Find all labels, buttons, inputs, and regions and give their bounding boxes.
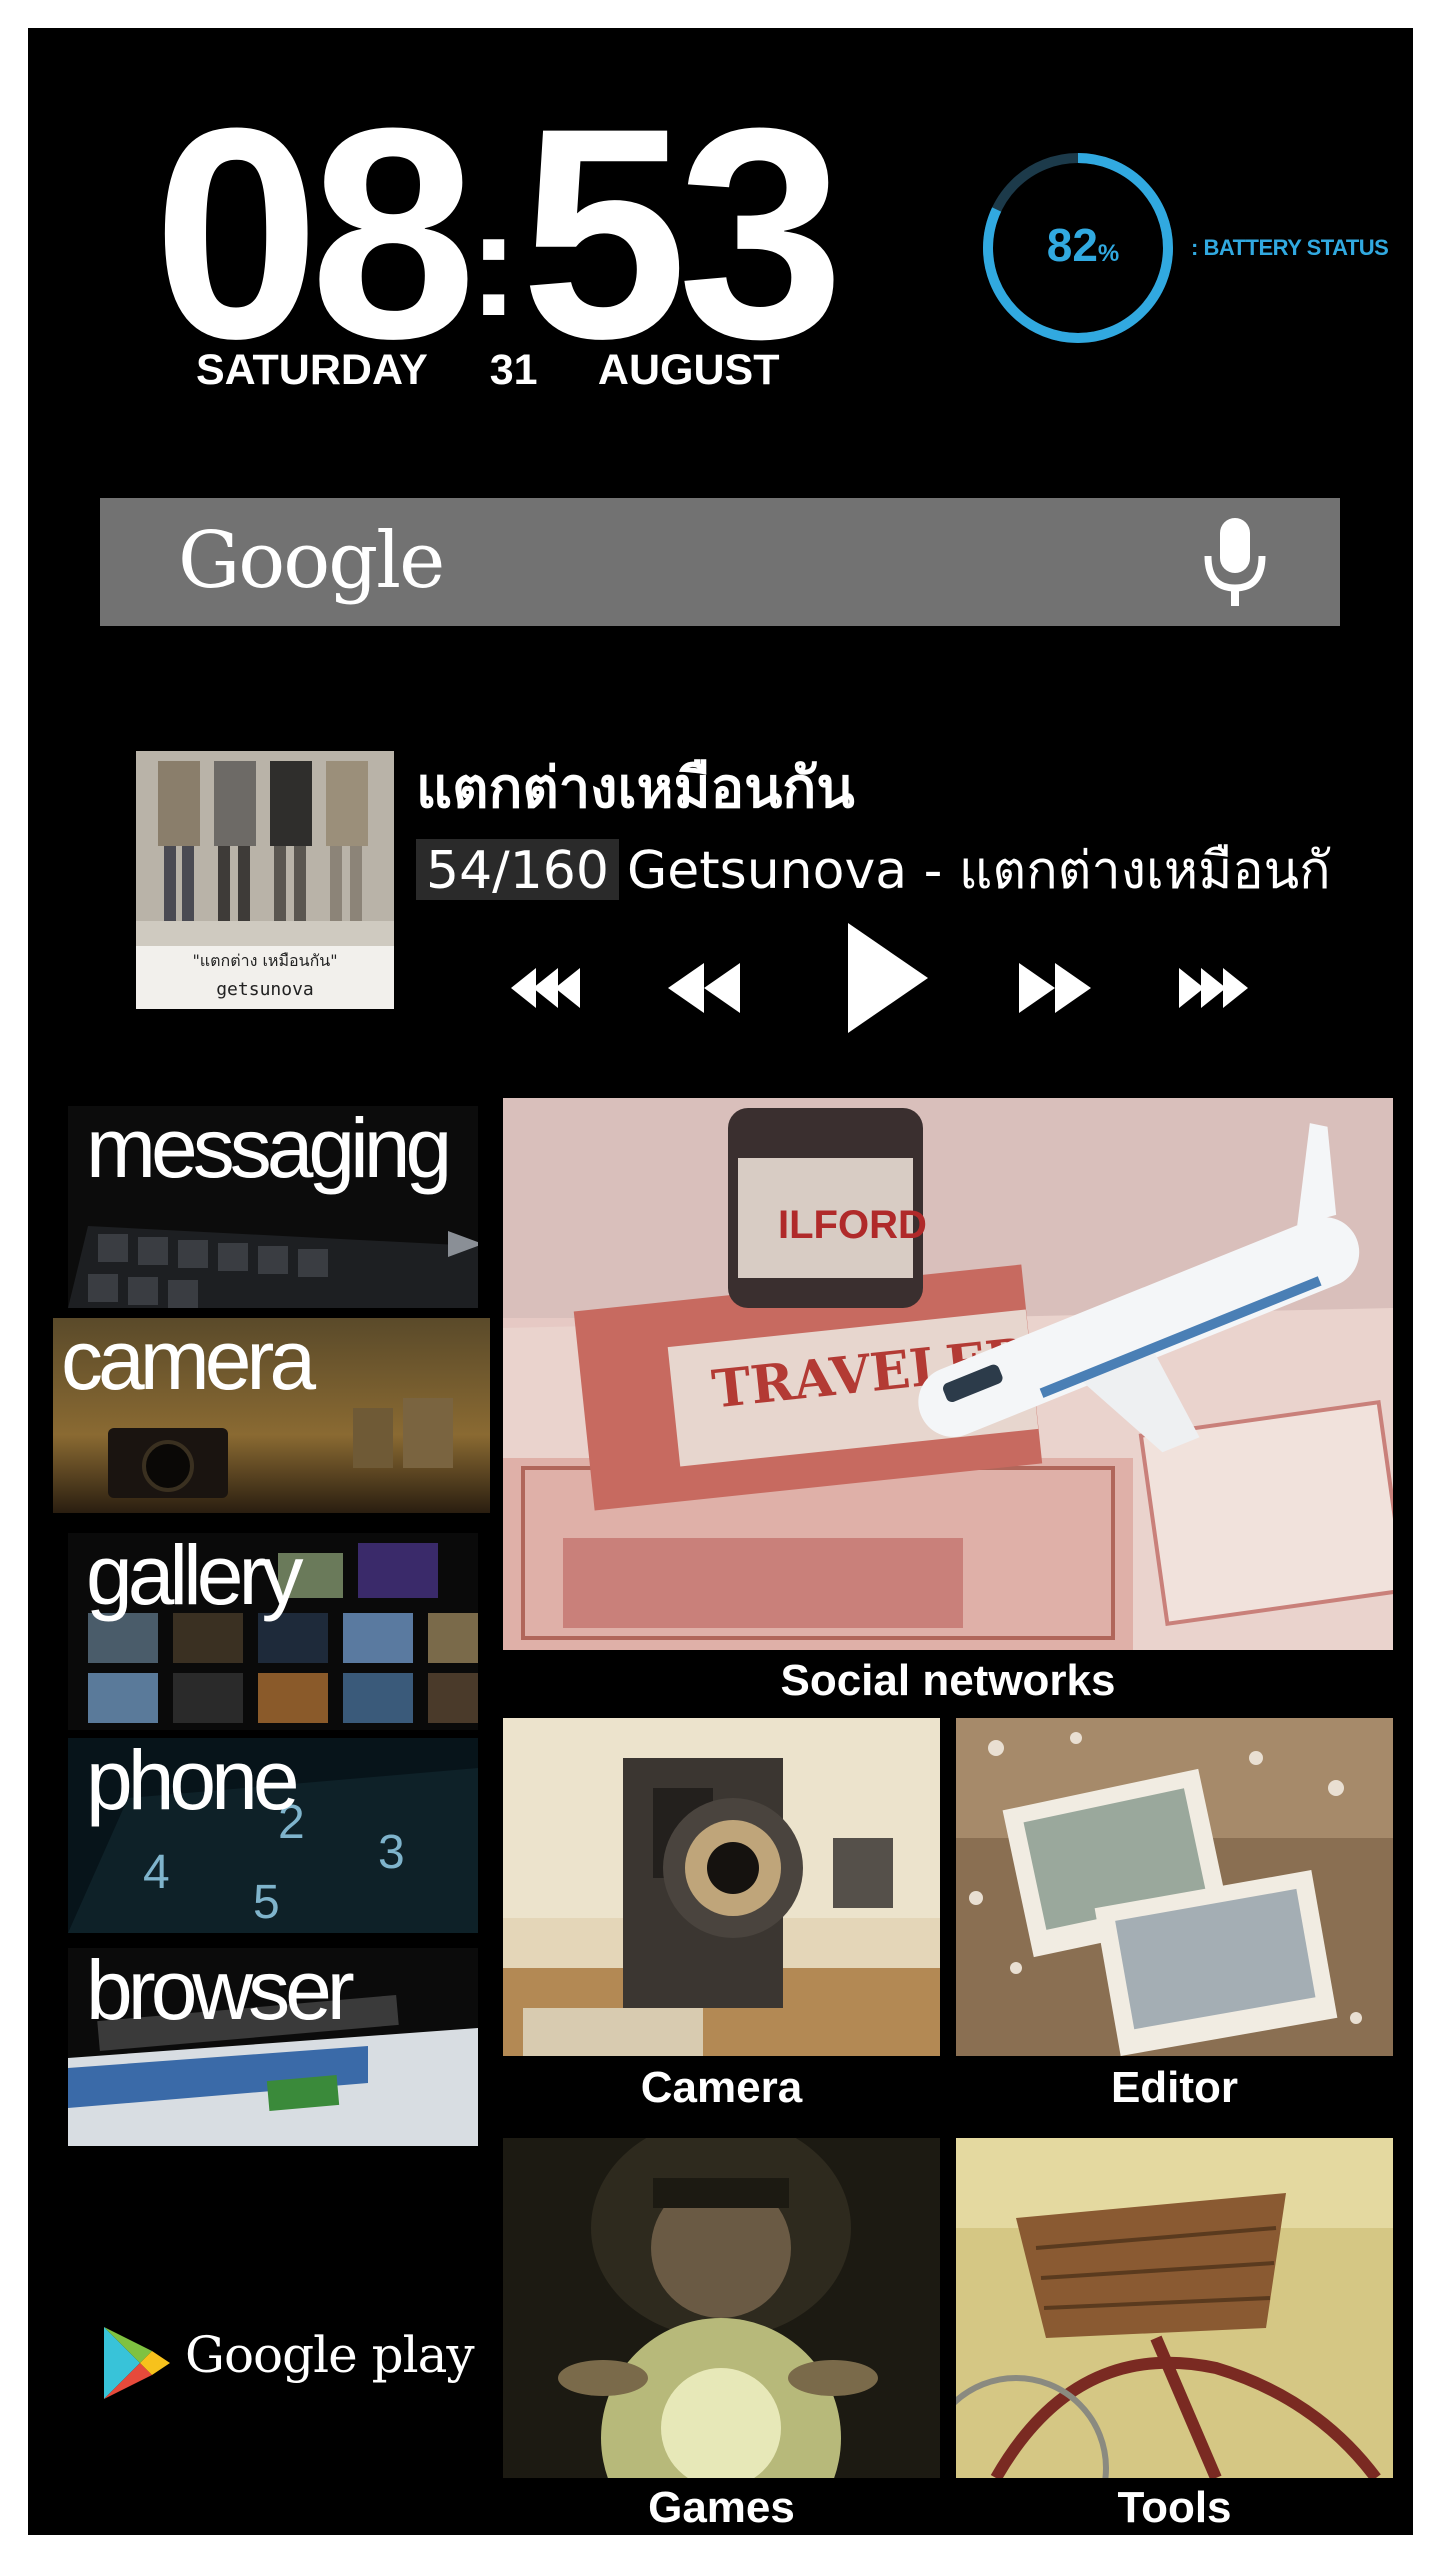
editor-caption: Editor	[1110, 2063, 1239, 2112]
browser-tile-label: browser	[86, 1948, 355, 2037]
editor-photo-tile[interactable]	[956, 1718, 1393, 2056]
album-caption: getsunova	[216, 979, 314, 1000]
fast-forward-icon[interactable]	[1003, 948, 1103, 1028]
svg-text:"แตกต่าง เหมือนกัน": "แตกต่าง เหมือนกัน"	[192, 951, 337, 970]
track-number: 54/160	[416, 839, 619, 900]
battery-percent-value: 82	[1046, 219, 1098, 271]
camera-photo-tile[interactable]	[503, 1718, 940, 2056]
rewind-icon[interactable]	[656, 948, 756, 1028]
google-play-shortcut[interactable]: Google play	[100, 2318, 475, 2418]
skip-forward-far-icon[interactable]	[1153, 948, 1253, 1028]
messaging-tile-label: messaging	[86, 1106, 452, 1195]
camera-caption: Camera	[640, 2063, 803, 2112]
gallery-tile-label: gallery	[86, 1533, 303, 1622]
camera-tile-label: camera	[61, 1318, 316, 1407]
track-name: Getsunova - แตกต่างเหมือนกัน	[626, 841, 1331, 900]
play-icon[interactable]	[828, 913, 938, 1043]
battery-percent-sign: %	[1097, 240, 1120, 267]
skip-back-far-icon[interactable]	[506, 948, 606, 1028]
google-play-icon	[104, 2327, 170, 2399]
clock-separator: :	[468, 179, 519, 347]
camera-tile[interactable]: camera	[53, 1318, 490, 1513]
track-title: แตกต่างเหมือนกัน	[416, 756, 855, 821]
album-art[interactable]: "แตกต่าง เหมือนกัน" getsunova	[136, 751, 394, 1009]
games-caption: Games	[648, 2483, 795, 2532]
messaging-tile[interactable]: messaging	[68, 1106, 478, 1308]
vintage-camera-photo	[503, 1718, 940, 2056]
album-art-image: "แตกต่าง เหมือนกัน" getsunova	[136, 751, 394, 1009]
home-screen: 08:53 SATURDAY 31 AUGUST 82% : BATTERY S…	[28, 28, 1413, 2535]
social-networks-caption: Social networks	[780, 1656, 1116, 1705]
date-day: SATURDAY	[196, 346, 428, 394]
bicycle-basket-photo	[956, 2138, 1393, 2478]
svg-text:3: 3	[378, 1826, 405, 1879]
date-line: SATURDAY 31 AUGUST	[196, 346, 829, 395]
google-search-bar[interactable]: Google	[100, 498, 1340, 626]
crystal-ball-photo	[503, 2138, 940, 2478]
games-photo-tile[interactable]	[503, 2138, 940, 2478]
tools-caption: Tools	[1117, 2483, 1232, 2532]
photos-on-grass	[956, 1718, 1393, 2056]
svg-text:5: 5	[253, 1876, 280, 1929]
battery-percent: 82%	[1033, 218, 1133, 272]
phone-tile-label: phone	[86, 1738, 300, 1827]
date-month: AUGUST	[597, 346, 780, 394]
clock-widget[interactable]: 08:53	[153, 83, 844, 383]
google-logo: Google	[178, 516, 445, 606]
tools-photo-tile[interactable]	[956, 2138, 1393, 2478]
phone-tile[interactable]: 2345 phone	[68, 1738, 478, 1933]
battery-status-label: : BATTERY STATUS	[1191, 235, 1389, 260]
svg-text:ILFORD: ILFORD	[778, 1203, 927, 1247]
social-networks-tile[interactable]: TRAVELER'S ILFORD	[503, 1098, 1393, 1650]
google-play-label: Google play	[185, 2326, 475, 2384]
date-number: 31	[489, 346, 538, 394]
gallery-tile[interactable]: gallery	[68, 1533, 478, 1730]
microphone-icon[interactable]	[1200, 516, 1270, 611]
track-info: 54/160 Getsunova - แตกต่างเหมือนกัน	[416, 828, 1331, 900]
browser-tile[interactable]: browser	[68, 1948, 478, 2146]
travel-photo: TRAVELER'S ILFORD	[503, 1098, 1393, 1650]
svg-text:4: 4	[143, 1846, 170, 1899]
